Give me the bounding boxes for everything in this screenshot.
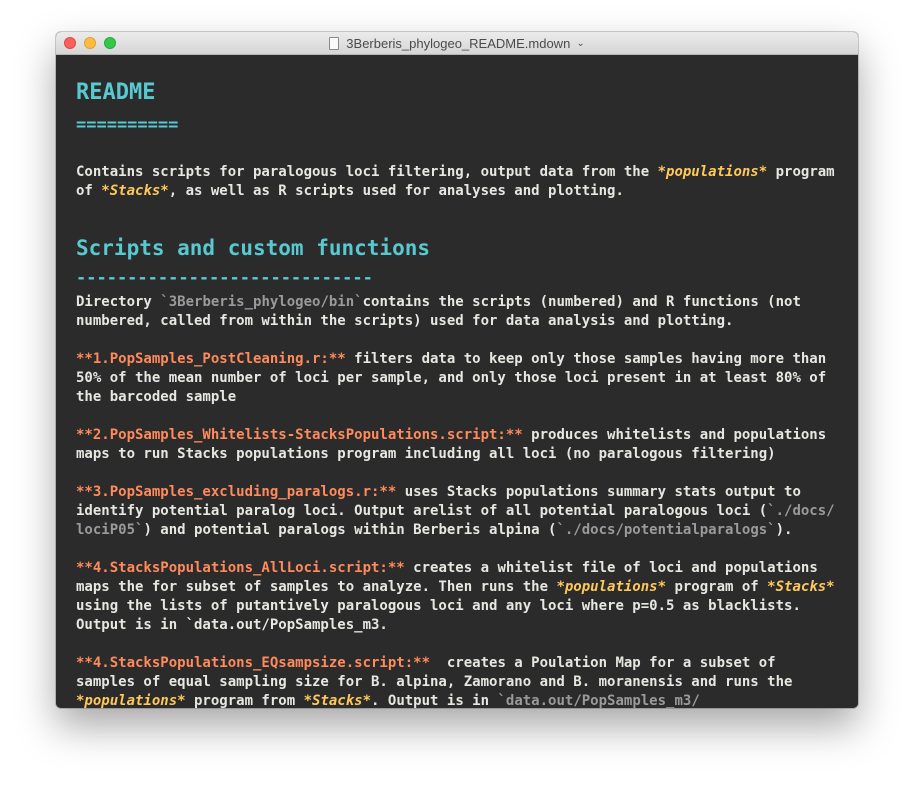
title-bar: 3Berberis_phylogeo_README.mdown ⌄ <box>56 32 858 55</box>
bold-item1: **1.PopSamples_PostCleaning.r:** <box>76 351 346 367</box>
bold-item5: **4.StacksPopulations_EQsampsize.script:… <box>76 655 431 671</box>
item1-line-1: **1.PopSamples_PostCleaning.r:** filters… <box>76 351 827 367</box>
item4-line-2: maps the for subset of samples to analyz… <box>76 579 835 595</box>
heading-scripts: Scripts and custom functions <box>76 236 431 260</box>
item4-line-4: Output is in `data.out/PopSamples_m3. <box>76 617 388 633</box>
bold-item2: **2.PopSamples_Whitelists-StacksPopulati… <box>76 427 523 443</box>
item1-line-3: the barcoded sample <box>76 389 237 405</box>
emphasis-stacks: *Stacks* <box>101 183 169 199</box>
item4-line-3: using the lists of putantively paralogou… <box>76 598 801 614</box>
item5-line-2: samples of equal sampling size for B. al… <box>76 674 793 690</box>
document-icon <box>329 36 340 50</box>
text-editor[interactable]: README ========== Contains scripts for p… <box>56 55 858 708</box>
intro-line-1: Contains scripts for paralogous loci fil… <box>76 164 835 180</box>
heading-scripts-underline: ----------------------------- <box>76 268 373 288</box>
item5-line-3: *populations* program from *Stacks*. Out… <box>76 693 700 708</box>
dir-line-2: numbered, called from within the scripts… <box>76 313 734 329</box>
item3-line-2: identify potential paralog loci. Output … <box>76 503 835 519</box>
window-title-area[interactable]: 3Berberis_phylogeo_README.mdown ⌄ <box>56 32 858 54</box>
item2-line-2: maps to run Stacks populations program i… <box>76 446 776 462</box>
item3-line-1: **3.PopSamples_excluding_paralogs.r:** u… <box>76 484 801 500</box>
emphasis-populations: *populations* <box>657 164 768 180</box>
heading-readme-underline: ========== <box>76 115 179 135</box>
item3-line-3: lociP05`) and potential paralogs within … <box>76 522 793 538</box>
window-title: 3Berberis_phylogeo_README.mdown <box>346 35 571 51</box>
editor-window: 3Berberis_phylogeo_README.mdown ⌄ README… <box>56 32 858 708</box>
item1-line-2: 50% of the mean number of loci per sampl… <box>76 370 827 386</box>
inline-code-bin: `3Berberis_phylogeo/bin` <box>160 294 363 310</box>
heading-readme: README <box>76 80 156 105</box>
dir-line-1: Directory `3Berberis_phylogeo/bin`contai… <box>76 294 801 310</box>
item2-line-1: **2.PopSamples_Whitelists-StacksPopulati… <box>76 427 827 443</box>
bold-item3: **3.PopSamples_excluding_paralogs.r:** <box>76 484 397 500</box>
intro-line-2: of *Stacks*, as well as R scripts used f… <box>76 183 624 199</box>
inline-code-potentialparalogs: `./docs/potentialparalogs` <box>556 522 776 538</box>
chevron-down-icon[interactable]: ⌄ <box>576 38 584 49</box>
item4-line-1: **4.StacksPopulations_AllLoci.script:** … <box>76 560 818 576</box>
bold-item4: **4.StacksPopulations_AllLoci.script:** <box>76 560 405 576</box>
item5-line-1: **4.StacksPopulations_EQsampsize.script:… <box>76 655 776 671</box>
inline-code-docs: `./docs/ <box>767 503 835 519</box>
